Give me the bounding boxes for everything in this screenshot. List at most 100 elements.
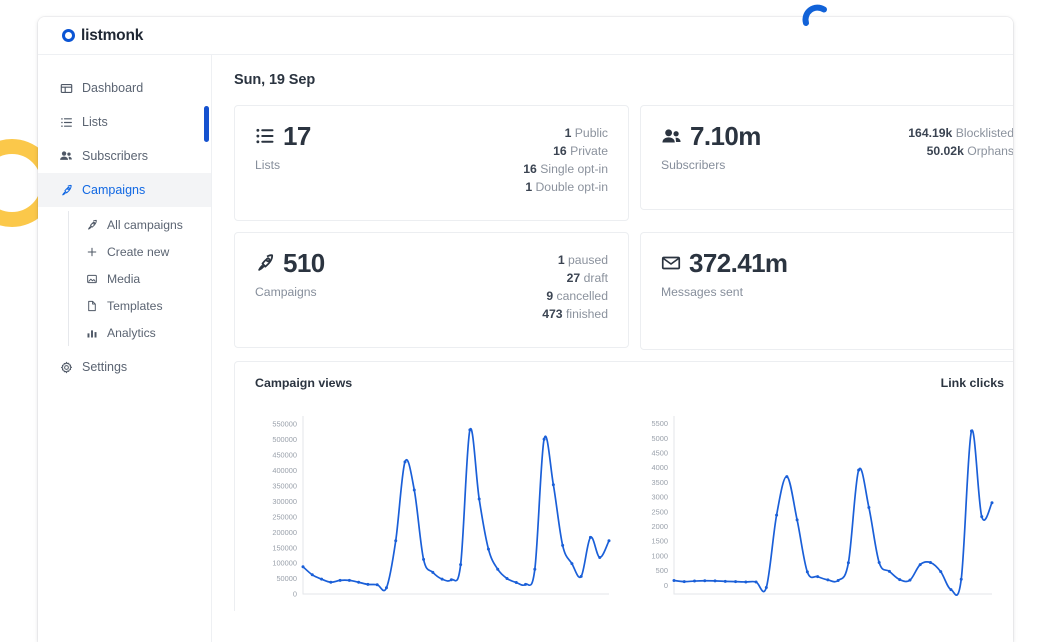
stat-card-campaigns: 510 Campaigns 1 paused 27 draft 9 cancel… (234, 232, 629, 348)
stat-label: Lists (255, 158, 311, 172)
stat-value: 7.10m (690, 123, 761, 149)
stat-label: Subscribers (661, 158, 761, 172)
svg-text:0: 0 (663, 581, 667, 590)
svg-text:100000: 100000 (272, 559, 297, 568)
brand-name: listmonk (81, 27, 143, 45)
list-icon (255, 126, 275, 146)
stats-card-grid: 17 Lists 1 Public 16 Private 16 Single o… (234, 105, 1013, 350)
loading-spinner-icon (800, 2, 834, 36)
svg-text:4000: 4000 (651, 463, 667, 472)
rocket-icon (59, 183, 73, 197)
svg-text:400000: 400000 (272, 466, 297, 475)
chart-title: Campaign views (255, 376, 634, 390)
svg-text:450000: 450000 (272, 450, 297, 459)
chart-plot-area[interactable]: 0 50000 100000 150000 200000 250000 300000 3500… (255, 412, 634, 608)
sidebar-item-campaigns[interactable]: Campaigns (38, 173, 211, 207)
stat-breakdown-row: 16 Private (553, 144, 608, 158)
stat-label: Campaigns (255, 285, 325, 299)
bar-chart-icon (85, 326, 98, 339)
stat-card-primary: 372.41m Messages sent (661, 250, 787, 332)
charts-card: Campaign views 0500001000001500002000002… (234, 361, 1013, 611)
sidebar-item-dashboard[interactable]: Dashboard (38, 71, 211, 105)
circle-ring-icon (62, 29, 75, 42)
stat-card-messages-sent: 372.41m Messages sent (640, 232, 1013, 350)
stat-breakdown-row: 9 cancelled (546, 289, 608, 303)
sidebar: Dashboard Lists (38, 55, 212, 642)
svg-text:250000: 250000 (272, 512, 297, 521)
people-icon (661, 126, 682, 147)
svg-text:50000: 50000 (276, 574, 297, 583)
stat-breakdown-row: 16 Single opt-in (523, 162, 608, 176)
stat-breakdown-row: 27 draft (567, 271, 608, 285)
svg-text:300000: 300000 (272, 497, 297, 506)
stat-breakdown-row: 1 Public (565, 126, 608, 140)
subnav-item-label: Analytics (107, 326, 156, 340)
stat-card-primary: 7.10m Subscribers (661, 123, 761, 192)
svg-text:3500: 3500 (651, 478, 667, 487)
stat-breakdown-row: 473 finished (542, 307, 608, 321)
svg-text:200000: 200000 (272, 528, 297, 537)
svg-text:0: 0 (293, 590, 297, 599)
stat-breakdown-row: 1 paused (558, 253, 608, 267)
stat-breakdown-row: 1 Double opt-in (525, 180, 608, 194)
chart-plot-area[interactable]: 0500100015002000250030003500400045005000… (638, 412, 1014, 608)
stat-breakdown: 1 paused 27 draft 9 cancelled 473 finish… (542, 250, 608, 330)
list-icon (59, 115, 73, 129)
sidebar-item-settings[interactable]: Settings (38, 350, 211, 384)
file-icon (85, 299, 98, 312)
subnav-item-label: Create new (107, 245, 169, 259)
svg-text:500000: 500000 (272, 435, 297, 444)
stat-breakdown-row: 50.02k Orphans (927, 144, 1013, 158)
sidebar-item-label: Subscribers (82, 149, 148, 163)
campaigns-subnav: All campaigns Create new (68, 211, 211, 346)
sidebar-item-label: Lists (82, 115, 108, 129)
stat-card-primary: 17 Lists (255, 123, 311, 203)
subnav-item-label: Templates (107, 299, 163, 313)
stat-breakdown: 164.19k Blocklisted 50.02k Orphans (908, 123, 1013, 192)
main-content: Sun, 19 Sep (212, 55, 1013, 642)
top-bar: listmonk (38, 17, 1013, 55)
stat-breakdown-row: 164.19k Blocklisted (908, 126, 1013, 140)
sidebar-item-label: Dashboard (82, 81, 143, 95)
sidebar-item-label: Campaigns (82, 183, 145, 197)
chart-campaign-views: Campaign views 0 50000 100000 150000 200000 2… (255, 376, 634, 611)
image-icon (85, 272, 98, 285)
subnav-item-label: All campaigns (107, 218, 183, 232)
subnav-item-media[interactable]: Media (69, 265, 211, 292)
gear-icon (59, 360, 73, 374)
dashboard-icon (59, 81, 73, 95)
subnav-item-all-campaigns[interactable]: All campaigns (69, 211, 211, 238)
app-window: listmonk Dashboard (38, 17, 1013, 642)
svg-text:3000: 3000 (651, 493, 667, 502)
sidebar-scrollbar-thumb[interactable] (204, 106, 209, 142)
svg-text:2000: 2000 (651, 522, 667, 531)
page-title: Sun, 19 Sep (234, 72, 1013, 88)
svg-text:5500: 5500 (651, 419, 667, 428)
subnav-item-label: Media (107, 272, 140, 286)
svg-text:150000: 150000 (272, 543, 297, 552)
stat-card-lists: 17 Lists 1 Public 16 Private 16 Single o… (234, 105, 629, 221)
stat-label: Messages sent (661, 285, 787, 299)
plus-icon (85, 245, 98, 258)
svg-text:550000: 550000 (272, 419, 297, 428)
subnav-item-create-new[interactable]: Create new (69, 238, 211, 265)
svg-text:350000: 350000 (272, 481, 297, 490)
svg-text:2500: 2500 (651, 507, 667, 516)
svg-text:5000: 5000 (651, 434, 667, 443)
subnav-item-templates[interactable]: Templates (69, 292, 211, 319)
app-body: Dashboard Lists (38, 55, 1013, 642)
svg-text:500: 500 (655, 566, 667, 575)
chart-link-clicks: Link clicks 0500100015002000250030003500… (634, 376, 1014, 611)
sidebar-item-label: Settings (82, 360, 127, 374)
subnav-item-analytics[interactable]: Analytics (69, 319, 211, 346)
app-logo[interactable]: listmonk (62, 27, 143, 45)
rocket-icon (85, 218, 98, 231)
stat-value: 510 (283, 250, 325, 276)
svg-text:4500: 4500 (651, 448, 667, 457)
sidebar-item-lists[interactable]: Lists (38, 105, 211, 139)
stat-value: 372.41m (689, 250, 787, 276)
sidebar-item-subscribers[interactable]: Subscribers (38, 139, 211, 173)
rocket-icon (255, 253, 275, 273)
stat-card-subscribers: 7.10m Subscribers 164.19k Blocklisted 50… (640, 105, 1013, 210)
svg-text:1000: 1000 (651, 551, 667, 560)
